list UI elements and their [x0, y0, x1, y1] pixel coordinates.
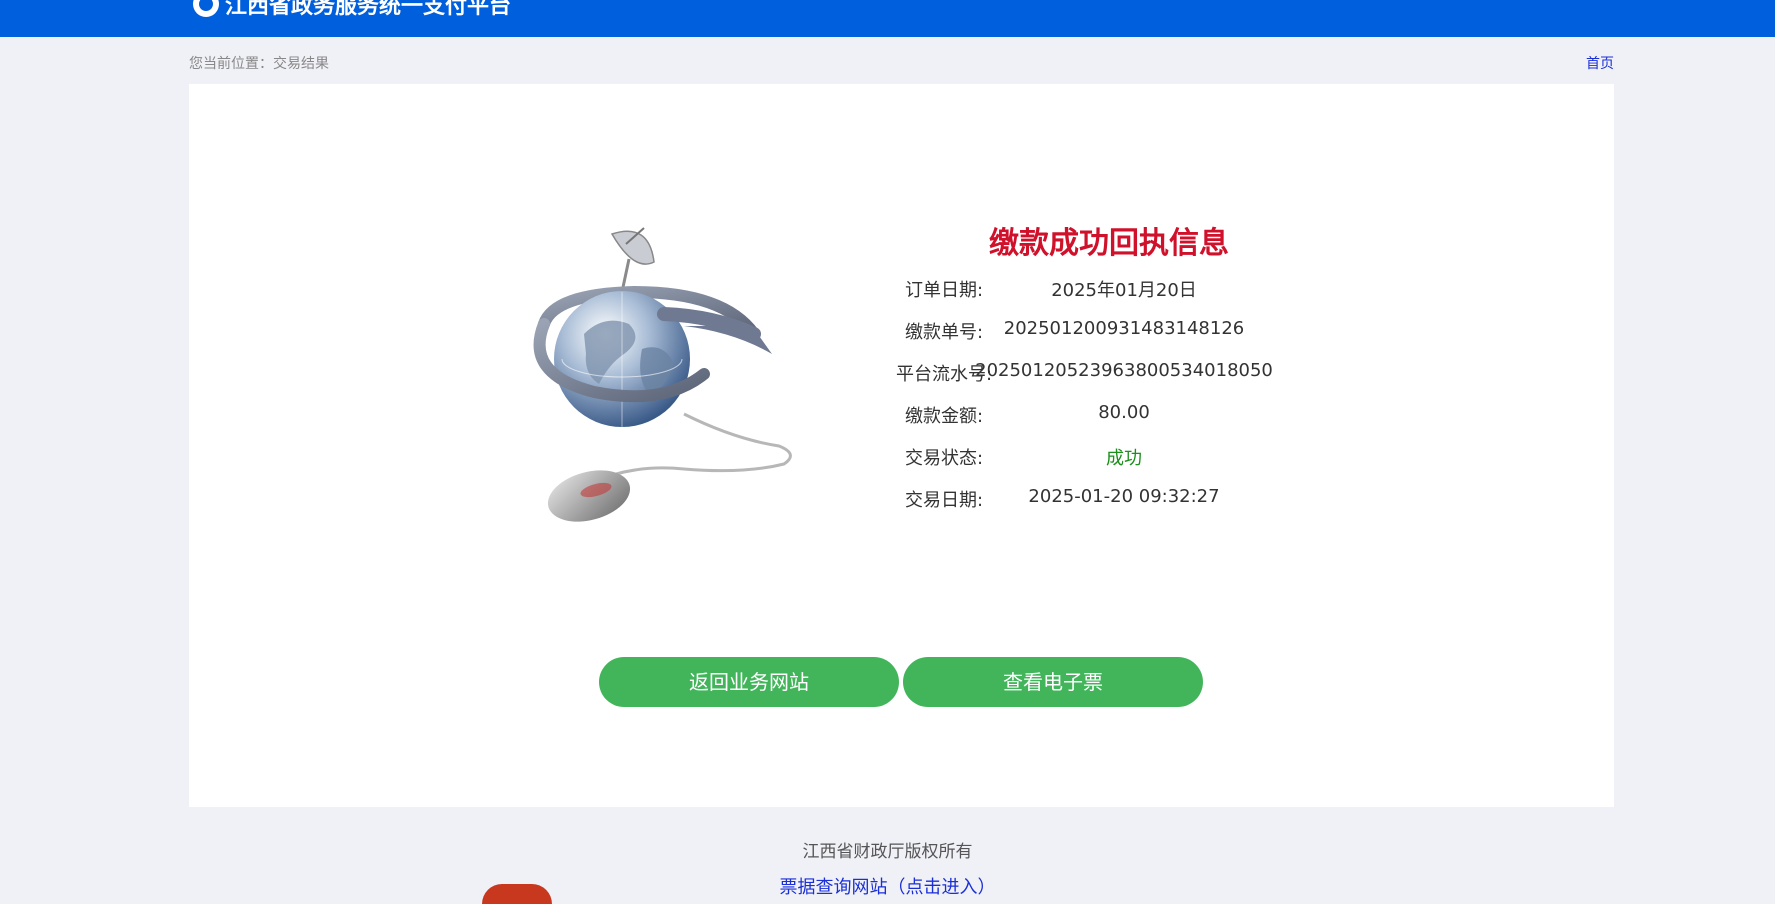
payment-number-label: 缴款单号: [904, 322, 984, 343]
globe-mouse-illustration-icon [533, 227, 792, 522]
order-date-label: 订单日期: [904, 280, 984, 301]
status-value: 成功 [1106, 448, 1142, 469]
result-card: 缴款成功回执信息 订单日期: 2025年01月20日 缴款单号: 2025012… [189, 84, 1614, 807]
amount-value: 80.00 [1098, 402, 1150, 423]
payment-number-value: 20250120093148314812­6 [1003, 318, 1245, 339]
transaction-date-value: 2025-01-20 09:32:27 [1028, 486, 1220, 507]
order-date-value: 2025年01月20日 [1051, 280, 1197, 301]
top-header: 江西省政务服务统一支付平台 [0, 0, 1775, 37]
platform-logo[interactable]: 江西省政务服务统一支付平台 [193, 0, 511, 20]
transaction-date-label: 交易日期: [904, 490, 984, 511]
copyright-text: 江西省财政厅版权所有 [802, 842, 973, 862]
amount-label: 缴款金额: [904, 406, 984, 427]
breadcrumb: 您当前位置：交易结果 [189, 56, 329, 72]
return-business-site-button[interactable]: 返回业务网站 [599, 657, 899, 707]
home-link[interactable]: 首页 [1586, 53, 1614, 73]
receipt-title: 缴款成功回执信息 [989, 226, 1229, 261]
logo-text: 江西省政务服务统一支付平台 [225, 0, 512, 19]
logo-icon [193, 0, 219, 17]
status-label: 交易状态: [904, 448, 984, 469]
emblem-icon [482, 884, 552, 904]
invoice-query-link[interactable]: 票据查询网站（点击进入） [0, 873, 1775, 899]
platform-serial-value: 202501205239638005340180­50 [975, 360, 1273, 381]
view-e-invoice-button[interactable]: 查看电子票 [903, 657, 1203, 707]
